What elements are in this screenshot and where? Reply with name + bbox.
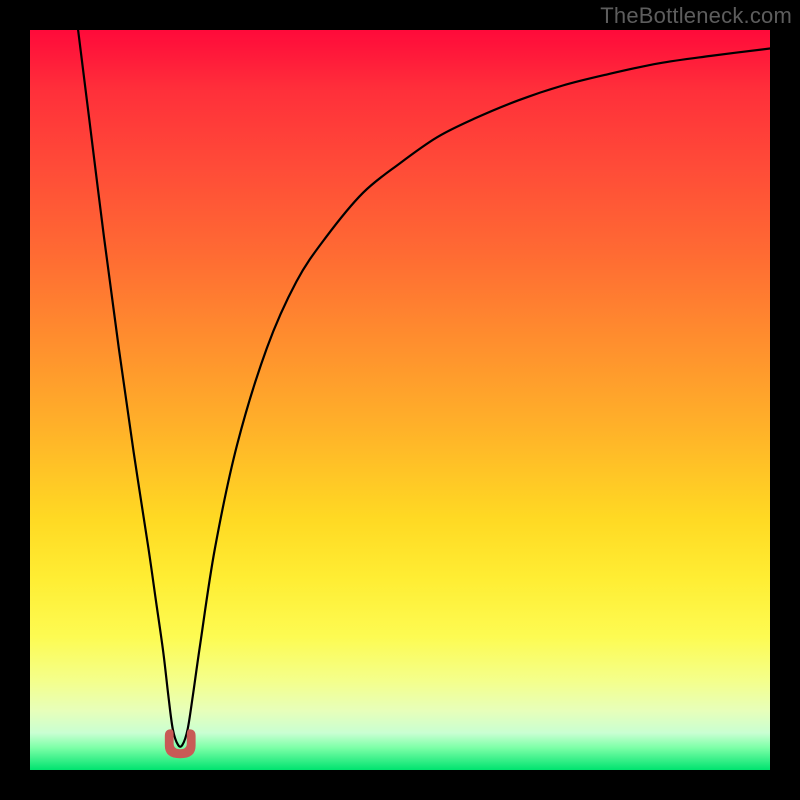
- watermark-text: TheBottleneck.com: [600, 3, 792, 29]
- bottleneck-curve: [78, 30, 770, 747]
- minimum-marker: [165, 730, 195, 758]
- plot-area: [30, 30, 770, 770]
- chart-frame: TheBottleneck.com: [0, 0, 800, 800]
- bottleneck-curve-svg: [30, 30, 770, 770]
